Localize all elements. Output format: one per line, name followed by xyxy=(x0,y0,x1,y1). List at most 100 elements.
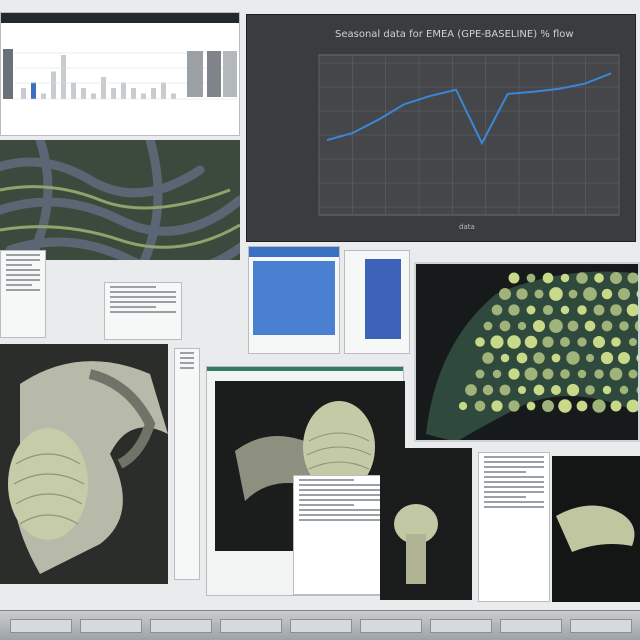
cell-dot xyxy=(627,272,638,284)
taskbar-button[interactable] xyxy=(10,619,72,633)
micrograph-cell-cluster[interactable] xyxy=(414,262,640,442)
cell-dot xyxy=(619,385,629,395)
cell-dot xyxy=(508,272,520,284)
taskbar-button[interactable] xyxy=(360,619,422,633)
cell-dot xyxy=(508,400,520,412)
micrograph-organ-section[interactable] xyxy=(0,344,168,584)
cell-dot xyxy=(532,319,546,333)
cell-dot xyxy=(524,367,538,381)
cell-dot xyxy=(594,273,604,283)
bar xyxy=(51,71,56,99)
cell-dot xyxy=(490,335,504,349)
cell-dot xyxy=(568,289,578,299)
blue-table xyxy=(365,259,401,339)
micrograph-structure-closeup[interactable] xyxy=(206,366,405,596)
cell-dot xyxy=(609,367,623,381)
taskbar-button[interactable] xyxy=(150,619,212,633)
cell-dot xyxy=(465,384,477,396)
line-chart-window[interactable]: Seasonal data for EMEA (GPE-BASELINE) % … xyxy=(246,14,636,242)
cell-dot xyxy=(483,321,493,331)
cell-dot xyxy=(491,304,503,316)
cell-dot xyxy=(601,288,613,300)
cell-dot xyxy=(458,401,468,411)
green-accent-bar xyxy=(207,367,403,371)
cell-dot xyxy=(542,272,554,284)
cell-dot xyxy=(542,400,554,412)
bar xyxy=(111,88,116,99)
taskbar-button[interactable] xyxy=(220,619,282,633)
cell-dot xyxy=(526,273,536,283)
micrograph-tissue-fragment[interactable] xyxy=(552,456,640,602)
cell-dot xyxy=(577,305,587,315)
blue-table xyxy=(253,261,335,335)
document-page[interactable] xyxy=(293,475,387,595)
cell-dot xyxy=(500,353,510,363)
cell-dot xyxy=(475,369,485,379)
cell-dot xyxy=(585,353,595,363)
bar xyxy=(151,88,156,99)
cell-dot xyxy=(566,351,580,365)
document-page[interactable] xyxy=(104,282,182,340)
cell-dot xyxy=(619,321,629,331)
cell-dot xyxy=(577,369,587,379)
cell-dot xyxy=(628,369,638,379)
cell-dot xyxy=(482,352,494,364)
document-page[interactable] xyxy=(478,452,550,602)
tissue-fragment-image xyxy=(556,505,635,552)
cell-dot xyxy=(626,399,638,413)
side-text-panel[interactable] xyxy=(174,348,200,580)
cell-dot xyxy=(558,399,572,413)
cell-dot xyxy=(524,335,538,349)
cell-dot xyxy=(526,305,536,315)
tissue-fragment-image xyxy=(394,504,438,584)
cell-dot xyxy=(592,399,606,413)
bar xyxy=(101,77,106,99)
window-titlebar[interactable] xyxy=(1,13,239,23)
bar-chart xyxy=(1,23,239,135)
micrograph-tissue-fragment[interactable] xyxy=(380,448,472,600)
taskbar-button[interactable] xyxy=(500,619,562,633)
cell-dot xyxy=(482,384,494,396)
cell-dot xyxy=(517,385,527,395)
cell-dot xyxy=(499,320,511,332)
bar xyxy=(161,82,166,99)
bar xyxy=(131,88,136,99)
cell-dot xyxy=(584,320,596,332)
cell-dot xyxy=(517,321,527,331)
cell-dot xyxy=(593,304,605,316)
bar xyxy=(71,82,76,99)
micrograph-tissue-network[interactable] xyxy=(0,140,240,260)
taskbar-button[interactable] xyxy=(570,619,632,633)
cell-dot xyxy=(516,288,528,300)
taskbar-button[interactable] xyxy=(80,619,142,633)
cell-dot xyxy=(610,304,622,316)
data-panel[interactable] xyxy=(344,250,410,354)
taskbar-button[interactable] xyxy=(430,619,492,633)
cell-dot xyxy=(576,272,588,284)
cell-dot xyxy=(567,320,579,332)
cell-dot xyxy=(533,384,545,396)
bar xyxy=(91,93,96,99)
cell-dot xyxy=(498,287,512,301)
taskbar[interactable] xyxy=(0,610,640,640)
data-panel[interactable] xyxy=(248,246,340,354)
cell-dot xyxy=(560,369,570,379)
cell-dot xyxy=(583,287,597,301)
line-chart xyxy=(318,54,620,216)
cell-dot xyxy=(549,287,563,301)
tissue-network-image xyxy=(0,140,240,260)
cell-dot xyxy=(610,272,622,284)
cell-dot xyxy=(499,384,511,396)
cell-dot xyxy=(542,368,554,380)
taskbar-button[interactable] xyxy=(290,619,352,633)
cell-dot xyxy=(611,337,621,347)
cell-dot xyxy=(507,335,521,349)
cell-dot xyxy=(551,353,561,363)
document-page[interactable] xyxy=(0,250,46,338)
bar-chart-window[interactable] xyxy=(0,12,240,136)
cell-dot xyxy=(508,304,520,316)
cell-dot xyxy=(592,335,606,349)
cell-dot xyxy=(617,287,631,301)
cell-dot xyxy=(594,369,604,379)
cell-dot xyxy=(549,319,563,333)
